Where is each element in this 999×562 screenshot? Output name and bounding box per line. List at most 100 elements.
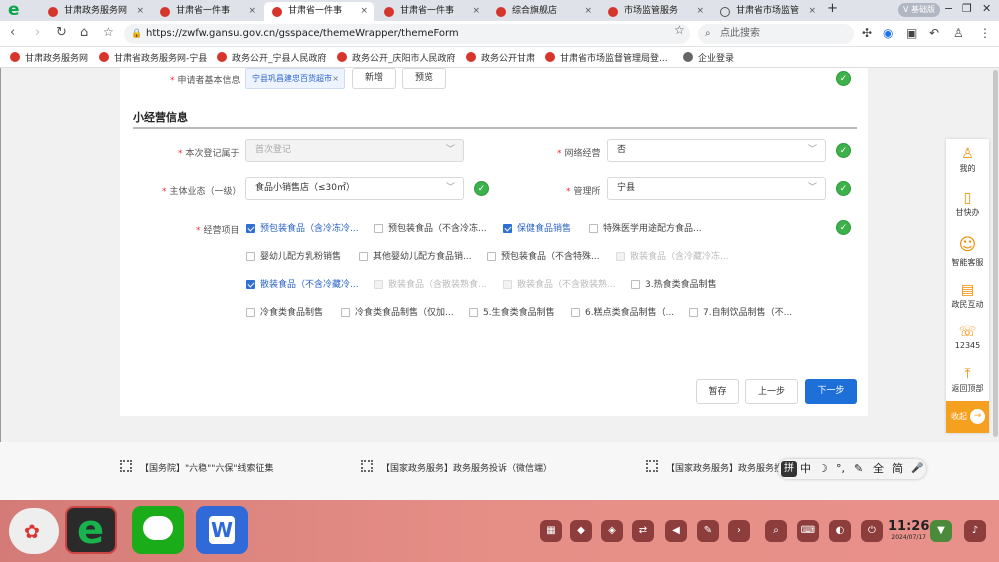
profile-icon[interactable]: ♙ bbox=[953, 26, 964, 40]
tab-6[interactable]: 市场监管服务 × bbox=[600, 2, 710, 21]
reload-icon[interactable]: ↻ bbox=[56, 25, 67, 40]
moon-icon[interactable]: ☽ bbox=[818, 459, 828, 479]
tray-drink-icon[interactable]: ▼ bbox=[930, 520, 952, 542]
punctuation-icon[interactable]: °, bbox=[836, 459, 845, 479]
checkbox-box[interactable] bbox=[246, 308, 255, 317]
side-item-interaction[interactable]: ▤ 政民互动 bbox=[946, 281, 989, 310]
applicant-tag[interactable]: 宁县巩昌建忠百货超市 × bbox=[245, 68, 345, 89]
keyboard-icon[interactable]: ⌨ bbox=[797, 520, 819, 542]
tab-7[interactable]: 甘肃省市场监管 × bbox=[712, 2, 822, 21]
search-input[interactable]: ⌕ 点此搜索 bbox=[698, 24, 854, 44]
item-checkbox[interactable]: 冷食类食品制售 bbox=[246, 307, 323, 319]
pen-tool-icon[interactable]: ✎ bbox=[697, 520, 719, 542]
bookmark-item[interactable]: 甘肃省市场监督管理局登... bbox=[545, 51, 668, 64]
item-checkbox[interactable]: 散装食品（不含冷藏冷... bbox=[246, 279, 359, 291]
volume-icon[interactable]: ◀ bbox=[665, 520, 687, 542]
history-icon[interactable]: ↶ bbox=[929, 26, 939, 40]
footer-link[interactable]: 【国务院】"六稳""六保"线索征集 bbox=[120, 460, 274, 474]
prev-step-button[interactable]: 上一步 bbox=[745, 379, 798, 404]
checkbox-box[interactable] bbox=[374, 224, 383, 233]
tab-5[interactable]: 综合旗舰店 × bbox=[488, 2, 598, 21]
scrollbar-thumb[interactable] bbox=[993, 70, 998, 437]
close-icon[interactable]: × bbox=[472, 2, 480, 20]
tab-1[interactable]: 甘肃政务服务网 × bbox=[40, 2, 150, 21]
item-checkbox[interactable]: 5.生食类食品制售 bbox=[469, 307, 555, 319]
item-checkbox[interactable]: 保健食品销售 bbox=[503, 223, 571, 235]
checkbox-box[interactable] bbox=[689, 308, 698, 317]
bookmark-item[interactable]: 政务公开_宁县人民政府 bbox=[217, 51, 327, 64]
item-checkbox[interactable]: 散装食品（含散装熟食... bbox=[374, 279, 487, 291]
microphone-icon[interactable]: 🎤 bbox=[911, 459, 923, 479]
checkbox-box[interactable] bbox=[616, 252, 625, 261]
item-checkbox[interactable]: 散装食品（含冷藏冷冻... bbox=[616, 251, 729, 263]
bookmark-item[interactable]: 政务公开甘肃 bbox=[466, 51, 535, 64]
checkbox-box[interactable] bbox=[374, 280, 383, 289]
admin-select[interactable]: 宁县 ﹀ bbox=[607, 177, 826, 200]
url-field[interactable]: 🔒 https://zwfw.gansu.gov.cn/gsspace/theme… bbox=[124, 24, 690, 44]
sidebar-icon[interactable]: ▣ bbox=[906, 26, 917, 40]
item-checkbox[interactable]: 婴幼儿配方乳粉销售 bbox=[246, 251, 341, 263]
next-step-button[interactable]: 下一步 bbox=[805, 379, 857, 404]
power-icon[interactable]: ⏻ bbox=[861, 520, 883, 542]
menu-icon[interactable]: ⋮ bbox=[979, 26, 991, 40]
bookmark-item[interactable]: 企业登录 bbox=[683, 51, 734, 64]
close-icon[interactable]: × bbox=[360, 2, 368, 20]
footer-link[interactable]: 【国家政务服务】政务服务投诉 bbox=[646, 460, 792, 474]
tab-4[interactable]: 甘肃省一件事 × bbox=[376, 2, 486, 21]
bookmark-item[interactable]: 甘肃省政务服务网-宁县 bbox=[99, 51, 207, 64]
ai-assistant-icon[interactable]: ◉ bbox=[883, 26, 893, 40]
minimize-icon[interactable]: − bbox=[944, 2, 953, 15]
tab-2[interactable]: 甘肃省一件事 × bbox=[152, 2, 262, 21]
checkbox-box[interactable] bbox=[341, 308, 350, 317]
item-checkbox[interactable]: 预包装食品（不含特殊... bbox=[487, 251, 600, 263]
checkbox-box[interactable] bbox=[246, 224, 255, 233]
item-checkbox[interactable]: 其他婴幼儿配方食品销... bbox=[359, 251, 472, 263]
item-checkbox[interactable]: 7.自制饮品制售（不... bbox=[689, 307, 792, 319]
tray-expand-icon[interactable]: › bbox=[728, 520, 750, 542]
close-icon[interactable]: × bbox=[696, 2, 704, 20]
close-icon[interactable]: × bbox=[248, 2, 256, 20]
checkbox-box[interactable] bbox=[359, 252, 368, 261]
checkbox-box[interactable] bbox=[589, 224, 598, 233]
item-checkbox[interactable]: 预包装食品（不含冷冻... bbox=[374, 223, 487, 235]
collapse-button[interactable]: 收起 → bbox=[946, 401, 989, 433]
favorite-icon[interactable]: ☆ bbox=[103, 25, 114, 39]
item-checkbox[interactable]: 冷食类食品制售（仅加... bbox=[341, 307, 454, 319]
ime-pinyin-icon[interactable]: 拼 bbox=[781, 461, 797, 477]
checkbox-box[interactable] bbox=[246, 252, 255, 261]
side-item-gankuaiban[interactable]: ▯ 甘快办 bbox=[946, 189, 989, 218]
checkbox-box[interactable] bbox=[246, 280, 255, 289]
footer-link[interactable]: 【国家政务服务】政务服务投诉（微信端） bbox=[361, 460, 552, 474]
side-item-mine[interactable]: ♙ 我的 bbox=[946, 145, 989, 174]
checkbox-box[interactable] bbox=[631, 280, 640, 289]
side-item-12345[interactable]: ☏ 12345 bbox=[946, 323, 989, 350]
browser-taskbar-icon[interactable]: e bbox=[65, 506, 117, 554]
checkbox-box[interactable] bbox=[469, 308, 478, 317]
new-tab-icon[interactable]: + bbox=[827, 1, 838, 16]
simplified-toggle[interactable]: 简 bbox=[892, 459, 903, 479]
full-width-toggle[interactable]: 全 bbox=[873, 459, 884, 479]
restore-icon[interactable]: ❐ bbox=[962, 2, 972, 15]
side-item-smart-service[interactable]: ☺ 智能客服 bbox=[946, 233, 989, 268]
ime-chinese-toggle[interactable]: 中 bbox=[800, 459, 811, 479]
side-item-back-top[interactable]: ⤒ 返回顶部 bbox=[946, 365, 989, 394]
business-type-select[interactable]: 食品小销售店（≤30㎡） ﹀ bbox=[245, 177, 464, 200]
version-badge[interactable]: V 基础版 bbox=[898, 3, 940, 17]
bookmark-item[interactable]: 政务公开_庆阳市人民政府 bbox=[337, 51, 456, 64]
tray-security-icon[interactable]: ◈ bbox=[601, 520, 623, 542]
online-select[interactable]: 否 ﹀ bbox=[607, 139, 826, 162]
close-icon[interactable]: × bbox=[332, 69, 339, 88]
item-checkbox[interactable]: 3.热食类食品制售 bbox=[631, 279, 717, 291]
add-button[interactable]: 新增 bbox=[352, 68, 396, 89]
wechat-taskbar-icon[interactable] bbox=[132, 506, 184, 554]
notification-bell-icon[interactable]: ♪ bbox=[964, 520, 986, 542]
forward-icon[interactable]: › bbox=[35, 25, 40, 40]
launcher-icon[interactable]: ✿ bbox=[9, 508, 59, 554]
tray-transfer-icon[interactable]: ⇄ bbox=[632, 520, 654, 542]
tray-assistant-icon[interactable]: ◆ bbox=[570, 520, 592, 542]
save-draft-button[interactable]: 暂存 bbox=[696, 379, 739, 404]
item-checkbox[interactable]: 预包装食品（含冷冻冷... bbox=[246, 223, 359, 235]
extensions-icon[interactable]: ✣ bbox=[862, 26, 872, 40]
checkbox-box[interactable] bbox=[571, 308, 580, 317]
bookmark-item[interactable]: 甘肃政务服务网 bbox=[10, 51, 88, 64]
